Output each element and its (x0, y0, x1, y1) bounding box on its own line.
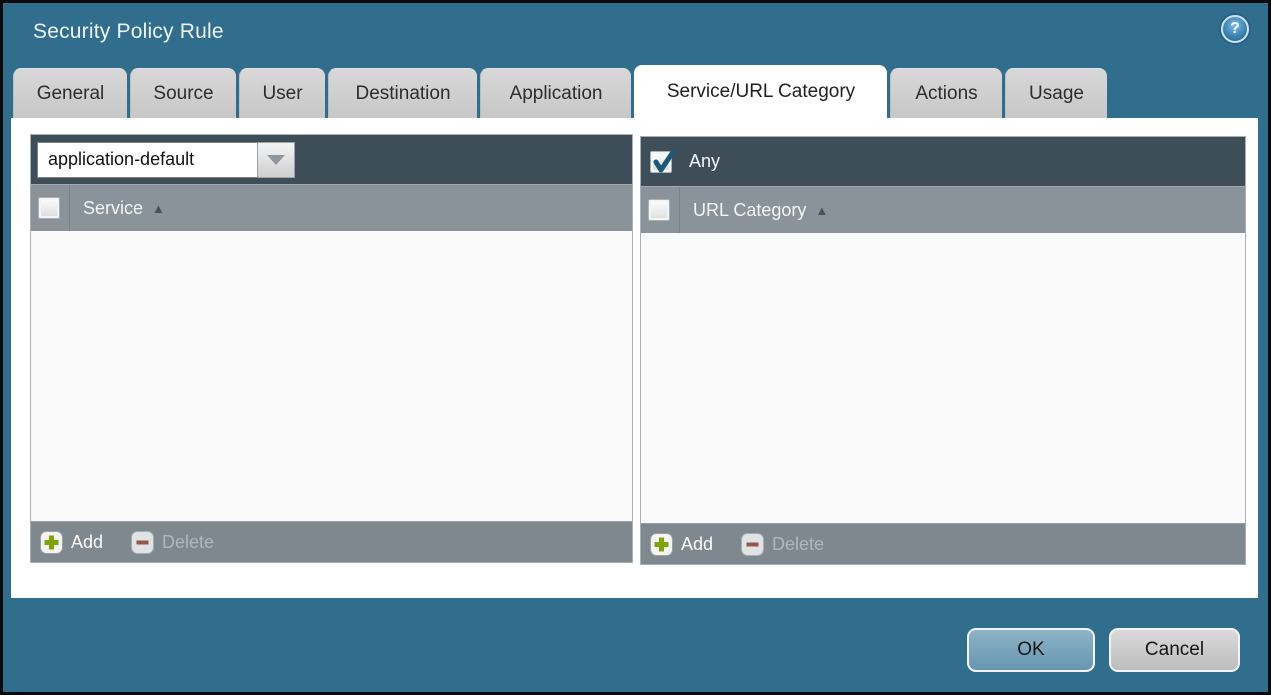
service-toolbar (31, 135, 632, 184)
service-select-all-checkbox[interactable] (38, 197, 60, 219)
service-column-header-row: Service ▲ (31, 184, 632, 231)
delete-label: Delete (162, 531, 215, 552)
service-type-input[interactable] (37, 141, 257, 178)
column-separator (69, 185, 70, 231)
delete-icon (131, 530, 155, 554)
add-icon (650, 532, 673, 556)
ok-button[interactable]: OK (967, 628, 1095, 672)
any-label: Any (689, 151, 721, 171)
chevron-down-icon (267, 154, 285, 165)
checkmark-icon (653, 149, 676, 172)
tab-source[interactable]: Source (130, 68, 236, 118)
url-category-footer: Add Delete (641, 523, 1245, 564)
tab-user[interactable]: User (239, 68, 325, 118)
service-panel: Service ▲ Add Delet (30, 134, 633, 563)
add-icon (40, 530, 63, 554)
url-category-toolbar: Any (641, 137, 1245, 186)
url-category-column-label[interactable]: URL Category (693, 200, 806, 221)
url-category-add-button[interactable]: Add (650, 532, 714, 556)
service-footer: Add Delete (31, 521, 632, 562)
service-delete-button[interactable]: Delete (131, 530, 215, 554)
service-type-combobox[interactable] (37, 141, 295, 178)
title-bar: Security Policy Rule ? (3, 3, 1268, 65)
tab-general[interactable]: General (13, 68, 127, 118)
tab-service-url-category[interactable]: Service/URL Category (634, 65, 887, 118)
url-category-delete-button[interactable]: Delete (741, 532, 825, 556)
delete-label: Delete (772, 533, 825, 554)
service-list[interactable] (31, 231, 632, 521)
url-category-column-header-row: URL Category ▲ (641, 186, 1245, 233)
dialog-title: Security Policy Rule (33, 20, 224, 43)
tab-bar: General Source User Destination Applicat… (13, 65, 1107, 118)
security-policy-rule-dialog: Security Policy Rule ? General Source Us… (0, 0, 1271, 695)
cancel-button[interactable]: Cancel (1109, 628, 1240, 672)
tab-application[interactable]: Application (480, 68, 631, 118)
add-label: Add (681, 533, 714, 554)
tab-actions[interactable]: Actions (890, 68, 1002, 118)
sort-ascending-icon[interactable]: ▲ (152, 201, 165, 216)
tab-destination[interactable]: Destination (328, 68, 477, 118)
service-column-label[interactable]: Service (83, 198, 143, 219)
service-add-button[interactable]: Add (40, 530, 104, 554)
help-icon[interactable]: ? (1221, 15, 1249, 43)
sort-ascending-icon[interactable]: ▲ (815, 203, 828, 218)
add-label: Add (71, 531, 104, 552)
tab-usage[interactable]: Usage (1005, 68, 1107, 118)
delete-icon (741, 532, 765, 556)
url-category-list[interactable] (641, 233, 1245, 523)
tab-page-body: Service ▲ Add Delet (11, 118, 1258, 598)
url-category-select-all-checkbox[interactable] (648, 199, 670, 221)
column-separator (679, 187, 680, 233)
url-category-panel: Any URL Category ▲ Add Delete (640, 136, 1246, 565)
service-type-dropdown-button[interactable] (257, 141, 295, 178)
any-checkbox[interactable] (650, 149, 676, 173)
help-glyph: ? (1230, 20, 1240, 37)
